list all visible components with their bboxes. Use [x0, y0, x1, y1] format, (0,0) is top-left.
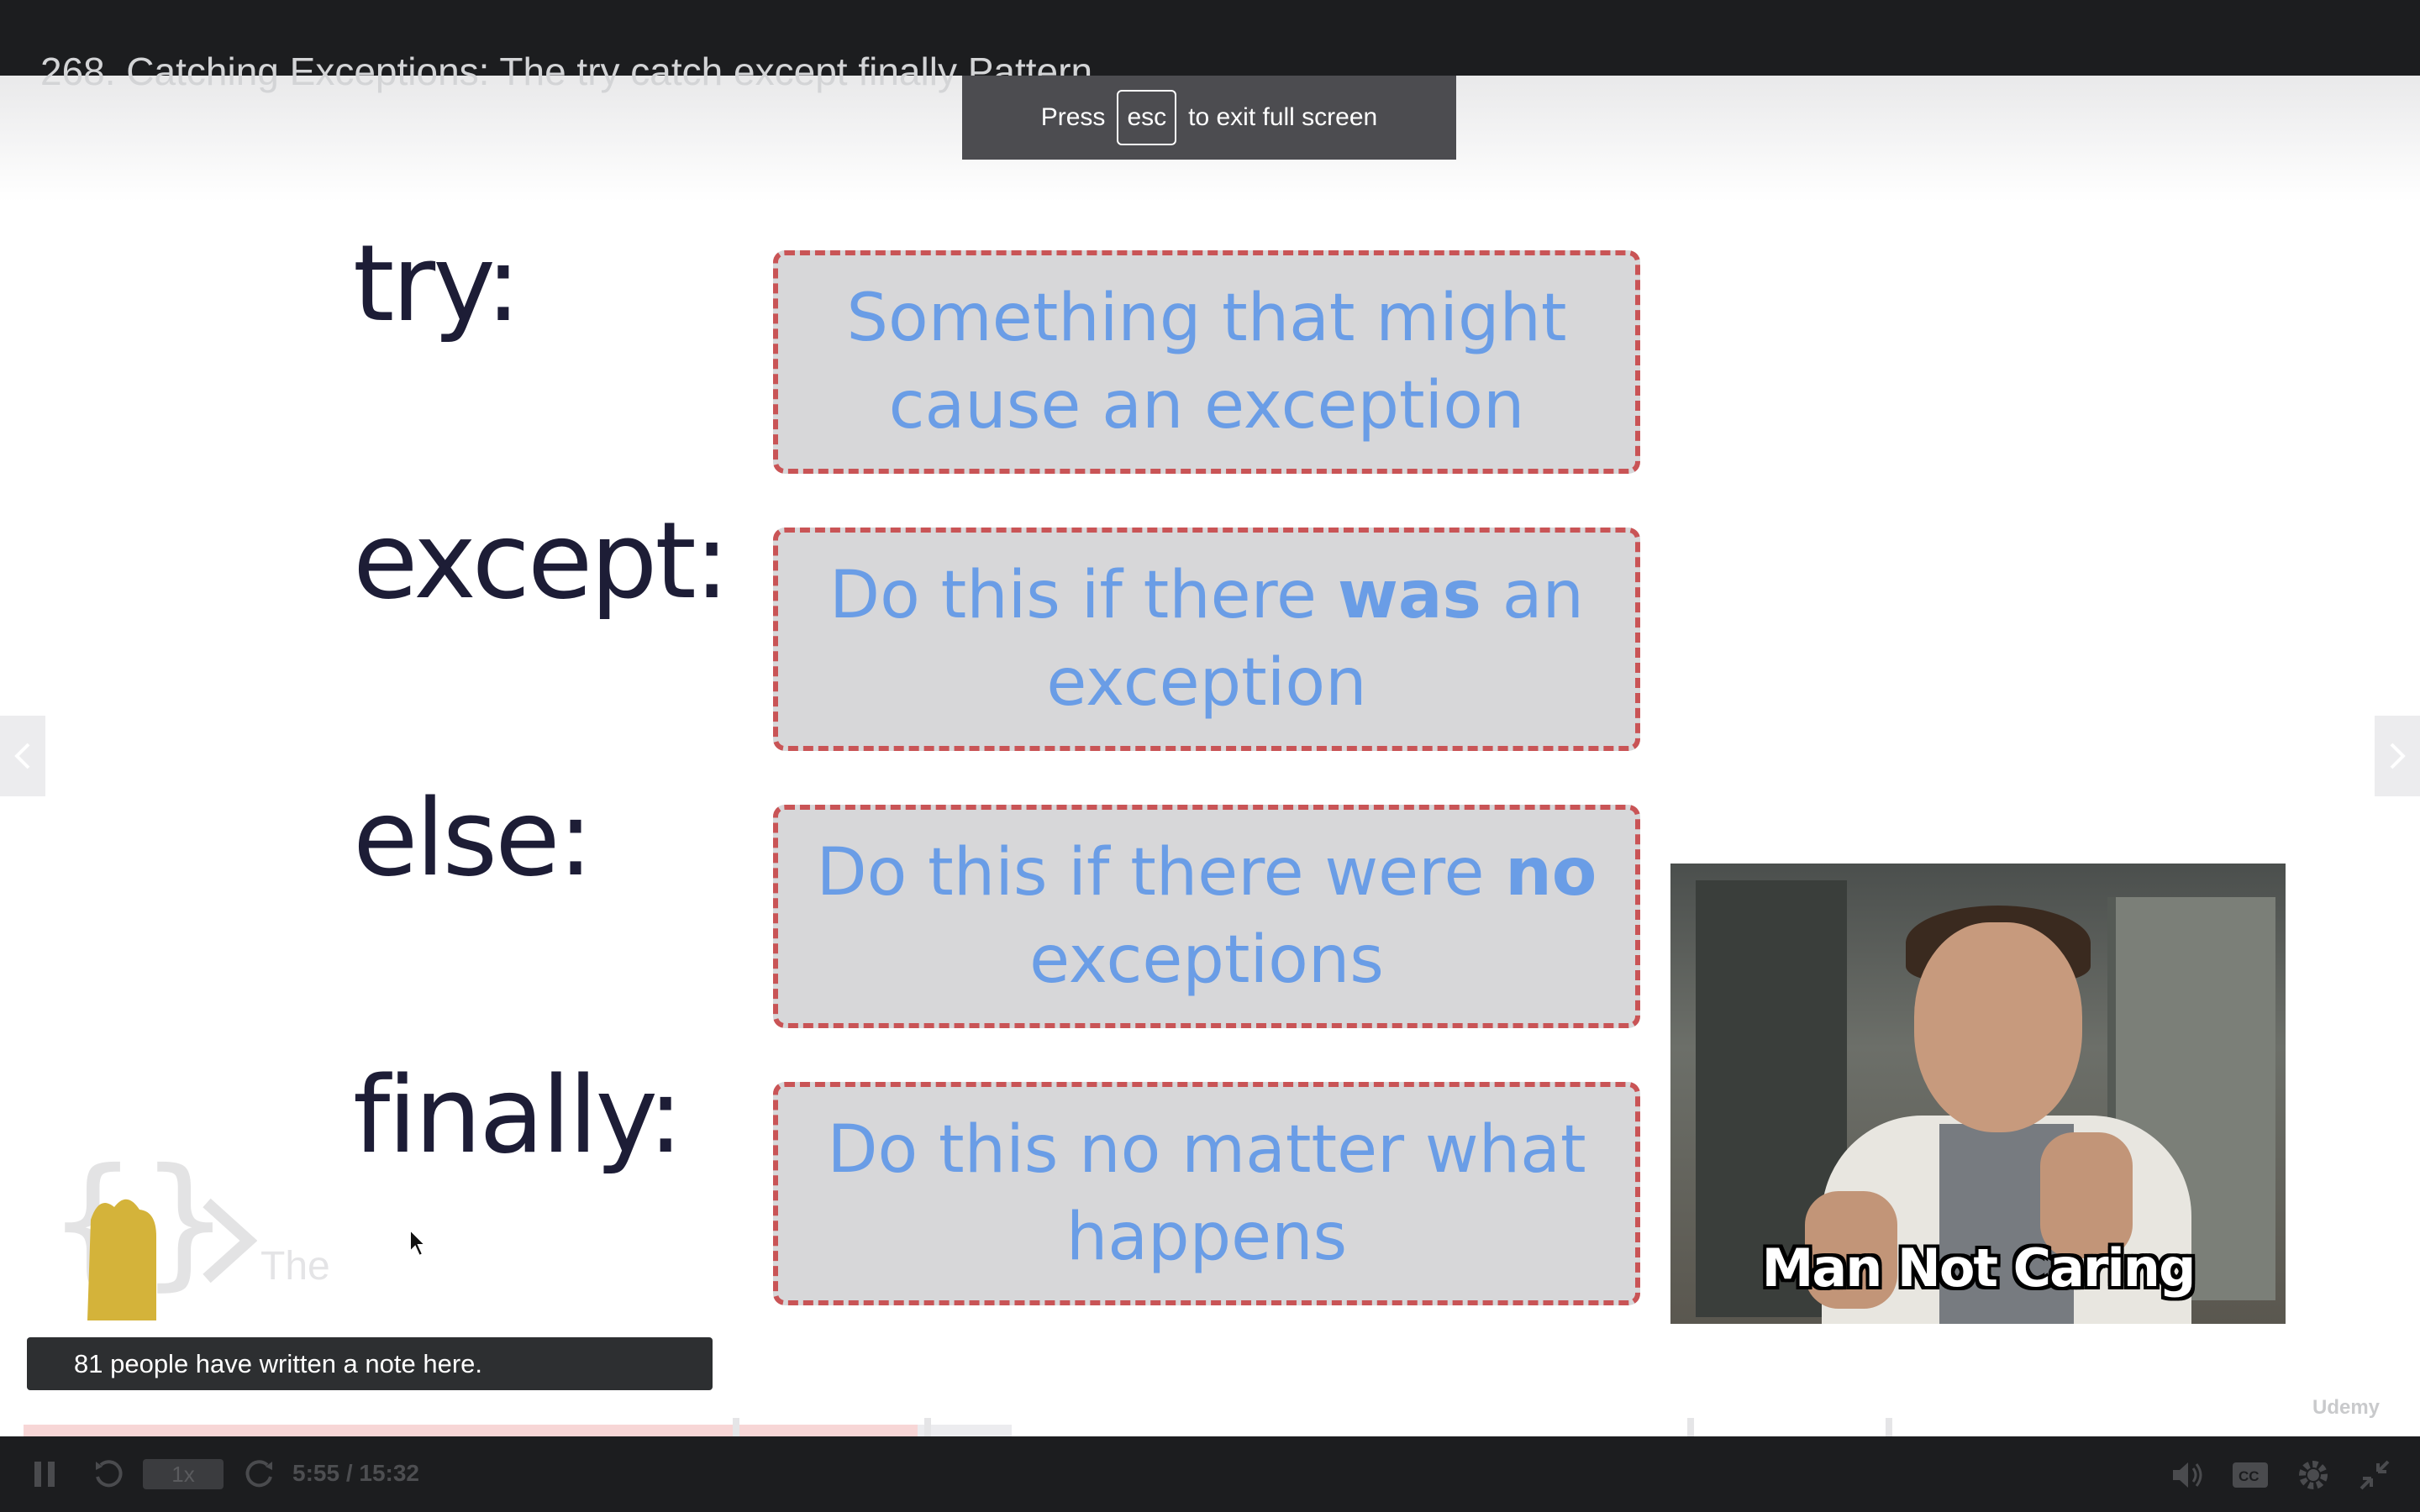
except-description-box: Do this if there was an exception [773, 528, 1640, 751]
pause-icon[interactable] [32, 1460, 57, 1488]
video-player: try: except: else: finally: Something th… [0, 0, 2420, 1512]
progress-marker[interactable] [1886, 1418, 1892, 1436]
try-description-box: Something that might cause an exception [773, 250, 1640, 474]
volume-icon[interactable] [2171, 1460, 2205, 1490]
chevron-right-icon [2390, 743, 2406, 769]
exit-fullscreen-icon[interactable] [2358, 1458, 2391, 1492]
notes-banner[interactable]: 81 people have written a note here. [27, 1337, 713, 1390]
except-description: Do this if there was an exception [829, 558, 1584, 721]
playback-speed-button[interactable]: 1x [143, 1459, 224, 1489]
mouse-cursor-icon [409, 1228, 428, 1257]
lecture-slide: try: except: else: finally: Something th… [0, 76, 2420, 1436]
finally-description-box: Do this no matter what happens [773, 1082, 1640, 1305]
progress-marker[interactable] [924, 1418, 931, 1436]
notes-banner-text: 81 people have written a note here. [74, 1348, 483, 1378]
fullscreen-toast: Press esc to exit full screen [962, 76, 1456, 160]
try-description: Something that might cause an exception [846, 281, 1567, 444]
meme-image: Man Not Caring [1670, 864, 2286, 1324]
meme-caption: Man Not Caring [1761, 1237, 2196, 1299]
rewind-icon[interactable] [92, 1458, 124, 1490]
progress-marker[interactable] [1687, 1418, 1694, 1436]
logo-text: The [260, 1244, 330, 1289]
keyword-finally: finally: [353, 1053, 683, 1177]
toast-prefix: Press [1040, 103, 1106, 131]
finally-description: Do this no matter what happens [827, 1112, 1586, 1275]
brand-watermark: Udemy [2312, 1396, 2381, 1419]
time-display: 5:55 / 15:32 [292, 1460, 419, 1486]
keyword-try: try: [353, 222, 521, 345]
esc-key: esc [1117, 90, 1177, 145]
progress-played [24, 1425, 918, 1436]
next-lecture-button[interactable] [2375, 716, 2420, 796]
keyword-else: else: [353, 776, 593, 900]
progress-buffered [918, 1425, 1012, 1436]
progress-bar[interactable] [24, 1425, 2376, 1436]
progress-marker[interactable] [733, 1418, 739, 1436]
lecture-title: 268. Catching Exceptions: The try catch … [40, 50, 1093, 93]
settings-icon[interactable] [2296, 1457, 2331, 1493]
else-description-box: Do this if there were no exceptions [773, 805, 1640, 1028]
toast-suffix: to exit full screen [1188, 103, 1378, 131]
forward-icon[interactable] [244, 1458, 276, 1490]
course-logo-icon: { } [47, 1144, 257, 1320]
captions-icon[interactable]: CC [2232, 1462, 2269, 1488]
svg-text:CC: CC [2238, 1468, 2260, 1484]
chevron-left-icon [14, 743, 30, 769]
keyword-except: except: [353, 499, 729, 622]
else-description: Do this if there were no exceptions [816, 835, 1597, 998]
previous-lecture-button[interactable] [0, 716, 45, 796]
